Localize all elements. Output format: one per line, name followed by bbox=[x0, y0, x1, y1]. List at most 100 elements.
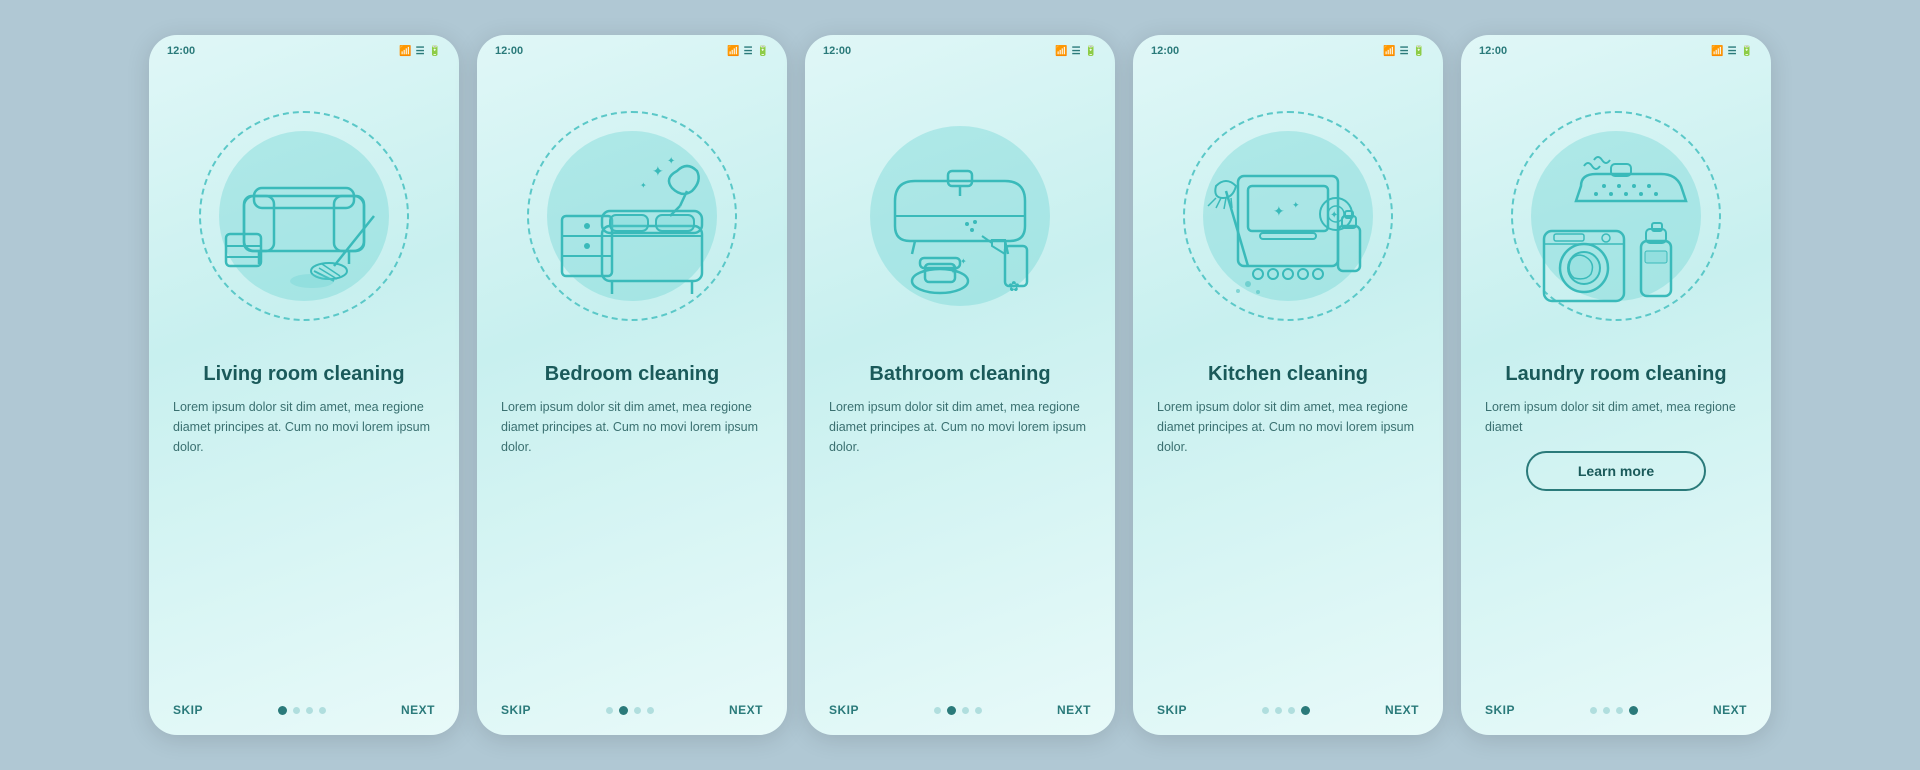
dot-2-1 bbox=[619, 706, 628, 715]
screen-bathroom: 12:00 📶 ☰ 🔋 bbox=[805, 35, 1115, 735]
title-3: Bathroom cleaning bbox=[829, 361, 1091, 387]
title-5: Laundry room cleaning bbox=[1485, 361, 1747, 387]
bottom-nav-5: SKIP NEXT bbox=[1461, 689, 1771, 735]
dot-3-0 bbox=[934, 707, 941, 714]
screen-laundry: 12:00 📶 ☰ 🔋 bbox=[1461, 35, 1771, 735]
dots-4 bbox=[1262, 706, 1310, 715]
bottom-nav-1: SKIP NEXT bbox=[149, 689, 459, 735]
next-btn-3[interactable]: NEXT bbox=[1057, 703, 1091, 717]
svg-text:✦: ✦ bbox=[1330, 210, 1338, 221]
status-bar-1: 12:00 📶 ☰ 🔋 bbox=[149, 35, 459, 61]
dots-3 bbox=[934, 706, 982, 715]
time-4: 12:00 bbox=[1151, 45, 1179, 57]
illustration-bathroom: ✦ ✦ ✿ bbox=[805, 61, 1115, 361]
svg-text:✿: ✿ bbox=[1008, 278, 1020, 294]
next-btn-4[interactable]: NEXT bbox=[1385, 703, 1419, 717]
status-icons-5: 📶 ☰ 🔋 bbox=[1711, 46, 1753, 57]
dot-1-3 bbox=[319, 707, 326, 714]
dot-2-3 bbox=[647, 707, 654, 714]
next-btn-5[interactable]: NEXT bbox=[1713, 703, 1747, 717]
battery-icon-5: 🔋 bbox=[1741, 46, 1753, 57]
dot-4-3 bbox=[1301, 706, 1310, 715]
screen-living-room: 12:00 📶 ☰ 🔋 bbox=[149, 35, 459, 735]
svg-text:✦: ✦ bbox=[1273, 203, 1285, 219]
skip-btn-4[interactable]: SKIP bbox=[1157, 703, 1187, 717]
title-1: Living room cleaning bbox=[173, 361, 435, 387]
desc-4: Lorem ipsum dolor sit dim amet, mea regi… bbox=[1157, 397, 1419, 457]
laundry-svg bbox=[1516, 116, 1716, 316]
dot-1-0 bbox=[278, 706, 287, 715]
content-area-5: Laundry room cleaning Lorem ipsum dolor … bbox=[1461, 361, 1771, 689]
skip-btn-5[interactable]: SKIP bbox=[1485, 703, 1515, 717]
svg-text:✦: ✦ bbox=[652, 163, 664, 179]
bottom-nav-2: SKIP NEXT bbox=[477, 689, 787, 735]
status-bar-4: 12:00 📶 ☰ 🔋 bbox=[1133, 35, 1443, 61]
dot-3-1 bbox=[947, 706, 956, 715]
dot-2-0 bbox=[606, 707, 613, 714]
status-icons-2: 📶 ☰ 🔋 bbox=[727, 46, 769, 57]
dot-5-1 bbox=[1603, 707, 1610, 714]
desc-2: Lorem ipsum dolor sit dim amet, mea regi… bbox=[501, 397, 763, 457]
status-bar-2: 12:00 📶 ☰ 🔋 bbox=[477, 35, 787, 61]
wifi-icon-2: 📶 bbox=[727, 46, 739, 57]
dots-1 bbox=[278, 706, 326, 715]
wifi-icon-3: 📶 bbox=[1055, 46, 1067, 57]
illustration-laundry bbox=[1461, 61, 1771, 361]
status-icons-1: 📶 ☰ 🔋 bbox=[399, 46, 441, 57]
dot-2-2 bbox=[634, 707, 641, 714]
svg-text:✦: ✦ bbox=[960, 257, 967, 266]
time-3: 12:00 bbox=[823, 45, 851, 57]
learn-more-button[interactable]: Learn more bbox=[1526, 451, 1706, 491]
svg-text:✦: ✦ bbox=[667, 156, 675, 167]
skip-btn-2[interactable]: SKIP bbox=[501, 703, 531, 717]
signal-icon-4: ☰ bbox=[1400, 46, 1409, 57]
screen-bedroom: 12:00 📶 ☰ 🔋 bbox=[477, 35, 787, 735]
desc-5: Lorem ipsum dolor sit dim amet, mea regi… bbox=[1485, 397, 1747, 437]
desc-3: Lorem ipsum dolor sit dim amet, mea regi… bbox=[829, 397, 1091, 457]
status-bar-3: 12:00 📶 ☰ 🔋 bbox=[805, 35, 1115, 61]
title-2: Bedroom cleaning bbox=[501, 361, 763, 387]
dot-5-2 bbox=[1616, 707, 1623, 714]
screens-container: 12:00 📶 ☰ 🔋 bbox=[149, 35, 1771, 735]
content-area-2: Bedroom cleaning Lorem ipsum dolor sit d… bbox=[477, 361, 787, 689]
wifi-icon-4: 📶 bbox=[1383, 46, 1395, 57]
illustration-kitchen: ✦ ✦ ✦ bbox=[1133, 61, 1443, 361]
battery-icon-2: 🔋 bbox=[757, 46, 769, 57]
skip-btn-3[interactable]: SKIP bbox=[829, 703, 859, 717]
dot-4-0 bbox=[1262, 707, 1269, 714]
dot-3-2 bbox=[962, 707, 969, 714]
svg-text:✦: ✦ bbox=[1292, 200, 1300, 210]
wifi-icon-5: 📶 bbox=[1711, 46, 1723, 57]
dot-4-2 bbox=[1288, 707, 1295, 714]
content-area-1: Living room cleaning Lorem ipsum dolor s… bbox=[149, 361, 459, 689]
signal-icon-5: ☰ bbox=[1728, 46, 1737, 57]
skip-btn-1[interactable]: SKIP bbox=[173, 703, 203, 717]
bottom-nav-3: SKIP NEXT bbox=[805, 689, 1115, 735]
content-area-3: Bathroom cleaning Lorem ipsum dolor sit … bbox=[805, 361, 1115, 689]
wifi-icon: 📶 bbox=[399, 46, 411, 57]
signal-icon-3: ☰ bbox=[1072, 46, 1081, 57]
bedroom-svg: ✦ ✦ ✦ bbox=[532, 116, 732, 316]
svg-text:✦: ✦ bbox=[948, 263, 958, 277]
dot-5-0 bbox=[1590, 707, 1597, 714]
screen-kitchen: 12:00 📶 ☰ 🔋 ✦ bbox=[1133, 35, 1443, 735]
dot-1-1 bbox=[293, 707, 300, 714]
status-icons-3: 📶 ☰ 🔋 bbox=[1055, 46, 1097, 57]
svg-text:✦: ✦ bbox=[640, 181, 647, 190]
next-btn-1[interactable]: NEXT bbox=[401, 703, 435, 717]
desc-1: Lorem ipsum dolor sit dim amet, mea regi… bbox=[173, 397, 435, 457]
illustration-living-room bbox=[149, 61, 459, 361]
battery-icon-4: 🔋 bbox=[1413, 46, 1425, 57]
living-room-svg bbox=[204, 116, 404, 316]
dots-2 bbox=[606, 706, 654, 715]
dot-1-2 bbox=[306, 707, 313, 714]
signal-icon: ☰ bbox=[416, 46, 425, 57]
content-area-4: Kitchen cleaning Lorem ipsum dolor sit d… bbox=[1133, 361, 1443, 689]
next-btn-2[interactable]: NEXT bbox=[729, 703, 763, 717]
time-5: 12:00 bbox=[1479, 45, 1507, 57]
time-2: 12:00 bbox=[495, 45, 523, 57]
battery-icon: 🔋 bbox=[429, 46, 441, 57]
dot-5-3 bbox=[1629, 706, 1638, 715]
time-1: 12:00 bbox=[167, 45, 195, 57]
status-icons-4: 📶 ☰ 🔋 bbox=[1383, 46, 1425, 57]
